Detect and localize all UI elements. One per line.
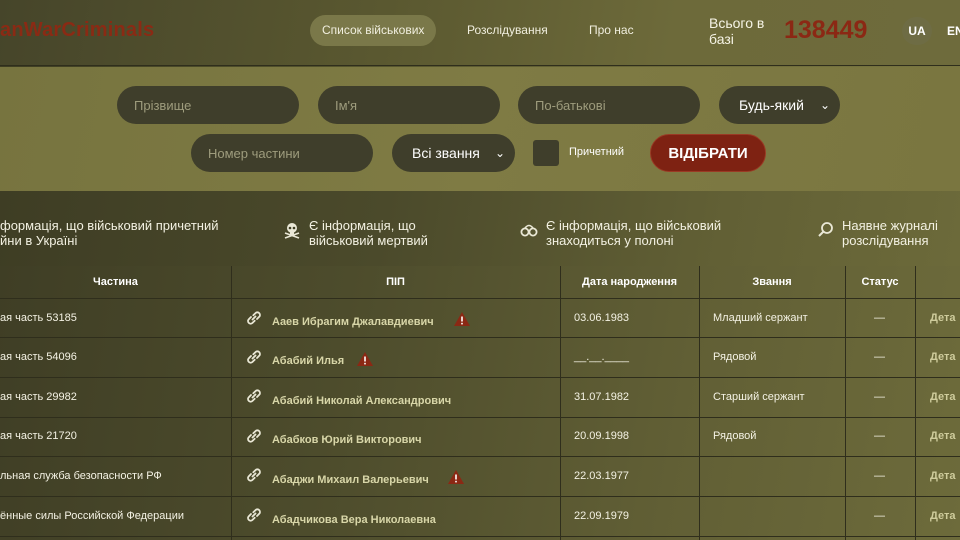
- details-link[interactable]: Дета: [930, 430, 955, 442]
- link-icon[interactable]: [245, 348, 263, 366]
- cell-status: —: [874, 510, 885, 522]
- person-name-link[interactable]: Аaев Ибрагим Джалавдиевич: [272, 316, 434, 328]
- details-link[interactable]: Дета: [930, 391, 955, 403]
- link-icon[interactable]: [245, 506, 263, 524]
- cell-status: —: [874, 430, 885, 442]
- any-select-value: Будь-який: [739, 97, 804, 113]
- cell-unit: ая часть 53185: [0, 312, 77, 324]
- involved-checkbox[interactable]: [533, 140, 559, 166]
- column-divider: [845, 266, 846, 540]
- cell-rank: Рядовой: [713, 430, 757, 442]
- column-divider: [560, 266, 561, 540]
- row-divider: [0, 377, 960, 378]
- filter-submit-button[interactable]: ВІДІБРАТИ: [650, 134, 766, 172]
- legend-journalism-text: Наявне журналі розслідування: [842, 218, 938, 248]
- row-divider: [0, 298, 960, 299]
- cell-status: —: [874, 391, 885, 403]
- row-divider: [0, 536, 960, 537]
- cell-status: —: [874, 312, 885, 324]
- cell-unit: ённые силы Российской Федерации: [0, 510, 184, 522]
- row-divider: [0, 417, 960, 418]
- ranks-select[interactable]: Всі звання ⌄: [392, 134, 515, 172]
- link-icon[interactable]: [245, 427, 263, 445]
- chevron-down-icon: ⌄: [494, 146, 505, 160]
- person-name-link[interactable]: Абабков Юрий Викторович: [272, 434, 422, 446]
- column-divider: [231, 266, 232, 540]
- legend-captive-text: Є інформація, що військовий знаходиться …: [546, 218, 722, 248]
- header-rank[interactable]: Звання: [699, 266, 845, 298]
- cell-dob: 22.03.1977: [574, 470, 630, 482]
- magnifier-icon: [818, 222, 833, 237]
- name-input[interactable]: [318, 86, 500, 124]
- chevron-down-icon: ⌄: [819, 98, 830, 112]
- surname-input[interactable]: [117, 86, 299, 124]
- any-select[interactable]: Будь-який ⌄: [719, 86, 840, 124]
- cell-rank: Рядовой: [713, 351, 757, 363]
- unit-number-input[interactable]: [191, 134, 373, 172]
- header-dob[interactable]: Дата народження: [560, 266, 699, 298]
- site-logo[interactable]: anWarCriminals: [0, 19, 154, 42]
- nav-military-list[interactable]: Список військових: [310, 15, 437, 46]
- details-link[interactable]: Дета: [930, 470, 955, 482]
- cell-status: —: [874, 470, 885, 482]
- row-divider: [0, 337, 960, 338]
- row-divider: [0, 456, 960, 457]
- top-header: anWarCriminals Список військових Розслід…: [0, 0, 960, 66]
- cell-dob: __.__.____: [574, 351, 630, 363]
- link-icon[interactable]: [245, 466, 263, 484]
- column-divider: [915, 266, 916, 540]
- details-link[interactable]: Дета: [930, 312, 955, 324]
- cell-unit: ая часть 54096: [0, 351, 77, 363]
- cell-unit: ая часть 21720: [0, 430, 77, 442]
- cell-status: —: [874, 351, 885, 363]
- column-divider: [699, 266, 700, 540]
- cell-unit: льная служба безопасности РФ: [0, 470, 162, 482]
- header-unit[interactable]: Частина: [0, 266, 231, 298]
- nav-investigations[interactable]: Розслідування: [455, 15, 560, 46]
- cell-dob: 22.09.1979: [574, 510, 630, 522]
- lang-ua-button[interactable]: UA: [902, 17, 932, 45]
- handcuffs-icon: [520, 224, 538, 237]
- header-name[interactable]: ПІП: [231, 266, 560, 298]
- nav-about[interactable]: Про нас: [577, 15, 646, 46]
- ranks-select-value: Всі звання: [412, 145, 480, 161]
- warning-icon: [454, 312, 470, 326]
- person-name-link[interactable]: Абадчикова Вера Николаевна: [272, 514, 436, 526]
- cell-dob: 31.07.1982: [574, 391, 630, 403]
- warning-icon: [448, 470, 464, 484]
- legend-dead-text: Є інформація, що військовий мертвий: [309, 218, 428, 248]
- military-table: Частина ПІП Дата народження Звання Стату…: [0, 266, 960, 540]
- person-name-link[interactable]: Абабий Илья: [272, 355, 344, 367]
- person-name-link[interactable]: Абаджи Михаил Валерьевич: [272, 474, 429, 486]
- legend-involved-text: формація, що військовий причетний йни в …: [0, 218, 219, 248]
- legend-bar: формація, що військовий причетний йни в …: [0, 191, 960, 266]
- link-icon[interactable]: [245, 309, 263, 327]
- lang-en-button[interactable]: EN: [947, 17, 960, 45]
- patronymic-input[interactable]: [518, 86, 700, 124]
- involved-label: Причетний: [569, 146, 625, 158]
- header-status[interactable]: Статус: [845, 266, 915, 298]
- cell-rank: Младший сержант: [713, 312, 808, 324]
- skull-icon: [284, 223, 300, 239]
- link-icon[interactable]: [245, 387, 263, 405]
- details-link[interactable]: Дета: [930, 510, 955, 522]
- total-count: 138449: [784, 16, 868, 44]
- cell-unit: ая часть 29982: [0, 391, 77, 403]
- cell-dob: 20.09.1998: [574, 430, 630, 442]
- person-name-link[interactable]: Абабий Николай Александрович: [272, 395, 451, 407]
- cell-dob: 03.06.1983: [574, 312, 630, 324]
- row-divider: [0, 496, 960, 497]
- cell-rank: Старший сержант: [713, 391, 805, 403]
- filter-panel: Будь-який ⌄ Всі звання ⌄ Причетний ВІДІБ…: [0, 67, 960, 191]
- warning-icon: [357, 352, 373, 366]
- details-link[interactable]: Дета: [930, 351, 955, 363]
- total-label: Всього в базі: [709, 15, 765, 47]
